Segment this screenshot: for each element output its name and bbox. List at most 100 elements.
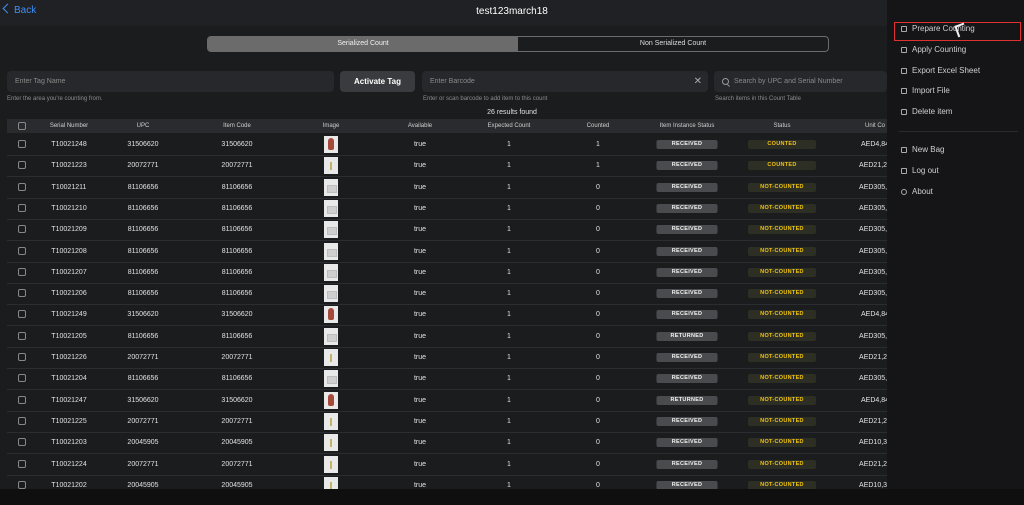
instance-status-badge: RECEIVED: [656, 203, 718, 213]
table-cell: 1: [507, 162, 511, 170]
table-row[interactable]: T10021249 31506620 31506620 true 1 0 RECEIVED N…: [7, 304, 890, 327]
table-cell: 0: [596, 354, 600, 361]
table-cell: T10021225: [51, 417, 87, 425]
table-row[interactable]: T10021248 31506620 31506620 true 1 1 RECEIVED C…: [7, 134, 889, 156]
table-cell: 81106656: [127, 290, 159, 298]
menu-item-export-excel[interactable]: Export Excel Sheet: [893, 61, 1024, 82]
table-cell: 0: [596, 396, 600, 404]
table-cell: true: [413, 396, 427, 404]
menu-item-about[interactable]: About: [893, 182, 1024, 203]
table-cell: true: [413, 268, 427, 276]
row-checkbox[interactable]: [18, 203, 26, 212]
table-row[interactable]: T10021206 81106656 81106656 true 1 0 RECEIVED N…: [7, 283, 891, 306]
table-cell: true: [413, 183, 427, 191]
row-checkbox[interactable]: [18, 459, 26, 468]
barcode-input[interactable]: Enter Barcode ✕: [422, 71, 708, 92]
row-checkbox[interactable]: [18, 374, 26, 383]
product-thumbnail: [324, 285, 338, 303]
count-status-badge: NOT-COUNTED: [748, 374, 816, 384]
row-checkbox[interactable]: [18, 438, 26, 447]
table-cell: T10021204: [51, 375, 87, 383]
table-row[interactable]: T10021211 81106656 81106656 true 1 0 RECEIVED N…: [7, 177, 891, 199]
table-cell: T10021207: [51, 268, 87, 276]
table-row[interactable]: T10021225 20072771 20072771 true 1 0 RECEIVED N…: [7, 411, 891, 433]
table-row[interactable]: T10021204 81106656 81106656 true 1 0 RECEIVED N…: [7, 368, 891, 391]
top-bar: Back test123march18: [0, 0, 1024, 26]
product-thumbnail: [324, 327, 338, 345]
table-cell: true: [413, 204, 427, 212]
count-status-badge: NOT-COUNTED: [748, 459, 816, 469]
column-header: Item Code: [223, 123, 251, 129]
barcode-hint: Enter or scan barcode to add item to thi…: [423, 96, 548, 102]
table-row[interactable]: T10021207 81106656 81106656 true 1 0 RECEIVED N…: [7, 262, 891, 284]
menu-item-apply-counting[interactable]: Apply Counting: [893, 40, 1024, 61]
table-row[interactable]: T10021209 81106656 81106656 true 1 0 RECEIVED N…: [7, 219, 891, 242]
tab-non-serialized-count[interactable]: Non Serialized Count: [518, 37, 828, 51]
table-row[interactable]: T10021224 20072771 20072771 true 1 0 RECEIVED N…: [7, 454, 891, 476]
clear-icon[interactable]: ✕: [694, 71, 702, 92]
menu-item-delete-item[interactable]: Delete item: [893, 102, 1024, 123]
table-row[interactable]: T10021203 20045905 20045905 true 1 0 RECEIVED N…: [7, 432, 891, 455]
table-cell: 0: [596, 247, 600, 255]
table-cell: 81106656: [221, 332, 253, 340]
row-checkbox[interactable]: [18, 480, 26, 489]
table-cell: 1: [507, 268, 511, 276]
row-checkbox[interactable]: [18, 289, 26, 298]
results-count: 26 results found: [487, 109, 537, 116]
row-checkbox[interactable]: [18, 161, 26, 170]
row-checkbox[interactable]: [18, 267, 26, 276]
table-cell: 81106656: [221, 226, 253, 234]
table-cell: 1: [507, 141, 511, 148]
count-status-badge: NOT-COUNTED: [748, 438, 816, 448]
table-cell: 20072771: [127, 162, 159, 170]
table-cell: T10021206: [51, 290, 87, 298]
row-checkbox[interactable]: [18, 331, 26, 340]
trash-icon: [901, 109, 907, 116]
table-row[interactable]: T10021223 20072771 20072771 true 1 1 RECEIVED C…: [7, 155, 891, 178]
tag-name-input[interactable]: Enter Tag Name: [7, 71, 334, 92]
row-checkbox[interactable]: [18, 140, 26, 148]
product-thumbnail: [324, 221, 338, 239]
instance-status-badge: RECEIVED: [656, 374, 718, 384]
row-checkbox[interactable]: [18, 353, 26, 361]
table-cell: 0: [596, 332, 600, 340]
search-input[interactable]: Search by UPC and Serial Number: [714, 71, 887, 92]
product-thumbnail: [324, 349, 338, 366]
table-cell: 1: [507, 247, 511, 255]
table-cell: AED4,84: [860, 311, 890, 319]
row-checkbox[interactable]: [18, 395, 26, 404]
table-header: Serial Number UPC Item Code Image Availa…: [7, 119, 887, 133]
row-checkbox[interactable]: [18, 225, 26, 234]
row-checkbox[interactable]: [18, 416, 26, 425]
table-row[interactable]: T10021208 81106656 81106656 true 1 0 RECEIVED N…: [7, 241, 891, 263]
table-row[interactable]: T10021247 31506620 31506620 true 1 0 RETURNED N…: [7, 390, 889, 412]
table-cell: 31506620: [221, 311, 253, 319]
row-checkbox[interactable]: [18, 246, 26, 255]
table-row[interactable]: T10021205 81106656 81106656 true 1 0 RETURNED N…: [7, 326, 891, 348]
row-checkbox[interactable]: [18, 310, 26, 319]
table-cell: 31506620: [127, 396, 159, 404]
select-all-checkbox[interactable]: [18, 122, 26, 130]
menu-item-log-out[interactable]: Log out: [893, 161, 1024, 182]
table-row[interactable]: T10021210 81106656 81106656 true 1 0 RECEIVED N…: [7, 198, 891, 220]
table-cell: 1: [507, 460, 511, 468]
instance-status-badge: RETURNED: [656, 395, 718, 405]
activate-tag-button[interactable]: Activate Tag: [340, 71, 415, 92]
row-checkbox[interactable]: [18, 182, 26, 191]
table-cell: 1: [507, 439, 511, 447]
table-cell: 20072771: [221, 354, 253, 361]
search-icon: [722, 78, 729, 85]
table-cell: 1: [507, 183, 511, 191]
table-cell: true: [413, 141, 427, 148]
tab-serialized-count[interactable]: Serialized Count: [208, 37, 518, 51]
menu-item-import-file[interactable]: Import File: [893, 81, 1024, 102]
table-cell: T10021226: [51, 354, 87, 361]
table-cell: 1: [507, 204, 511, 212]
product-thumbnail: [324, 199, 338, 217]
instance-status-badge: RECEIVED: [656, 459, 718, 469]
table-row[interactable]: T10021226 20072771 20072771 true 1 0 RECEIVED N…: [7, 347, 891, 369]
table-cell: 1: [596, 141, 600, 148]
table-cell: 1: [507, 311, 511, 319]
table-cell: true: [413, 354, 427, 361]
menu-item-new-bag[interactable]: New Bag: [893, 140, 1024, 161]
